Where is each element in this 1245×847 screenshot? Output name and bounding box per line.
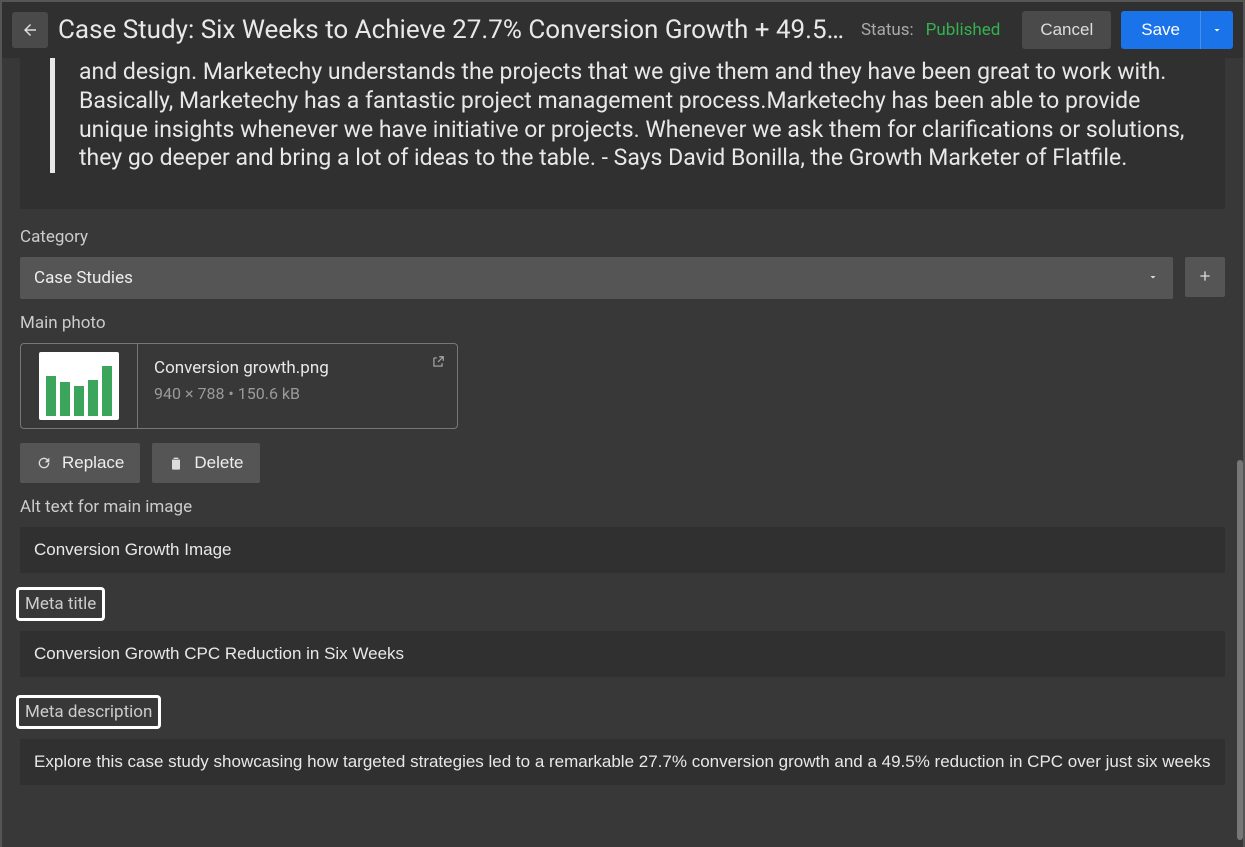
save-button[interactable]: Save xyxy=(1121,11,1200,49)
external-link-icon xyxy=(431,355,445,369)
meta-title-input[interactable] xyxy=(20,631,1225,677)
scrollbar-thumb[interactable] xyxy=(1237,460,1243,840)
cancel-button[interactable]: Cancel xyxy=(1022,11,1111,49)
status-value: Published xyxy=(926,20,1001,40)
save-button-group: Save xyxy=(1121,11,1233,49)
plus-icon xyxy=(1197,268,1213,284)
chevron-down-icon xyxy=(1211,24,1223,36)
delete-photo-button[interactable]: Delete xyxy=(152,443,259,483)
replace-label: Replace xyxy=(62,453,124,473)
quote-text: and design. Marketechy understands the p… xyxy=(50,58,1195,173)
alt-text-input[interactable] xyxy=(20,527,1225,573)
meta-title-label: Meta title xyxy=(25,594,96,614)
body-editor-block[interactable]: and design. Marketechy understands the p… xyxy=(20,58,1225,209)
alt-text-label: Alt text for main image xyxy=(20,497,1225,517)
scrollbar-track[interactable] xyxy=(1237,60,1243,847)
photo-card: Conversion growth.png 940 × 788 • 150.6 … xyxy=(20,343,458,429)
replace-photo-button[interactable]: Replace xyxy=(20,443,140,483)
content-area: and design. Marketechy understands the p… xyxy=(0,58,1245,847)
page-title: Case Study: Six Weeks to Achieve 27.7% C… xyxy=(58,15,851,45)
category-label: Category xyxy=(20,227,1225,247)
meta-description-label: Meta description xyxy=(25,702,152,722)
add-category-button[interactable] xyxy=(1185,257,1225,297)
refresh-icon xyxy=(36,455,52,471)
category-selected-value: Case Studies xyxy=(34,268,133,288)
arrow-left-icon xyxy=(21,21,39,39)
category-select[interactable]: Case Studies xyxy=(20,257,1173,299)
meta-description-label-highlight: Meta description xyxy=(16,695,161,729)
back-button[interactable] xyxy=(12,12,48,48)
save-dropdown-button[interactable] xyxy=(1200,11,1233,49)
chart-thumbnail-icon xyxy=(39,352,119,420)
meta-description-input[interactable] xyxy=(20,739,1225,785)
photo-thumbnail[interactable] xyxy=(21,344,137,428)
main-photo-label: Main photo xyxy=(20,313,1225,333)
status-label: Status: xyxy=(861,20,914,40)
top-bar: Case Study: Six Weeks to Achieve 27.7% C… xyxy=(0,0,1245,58)
meta-title-label-highlight: Meta title xyxy=(16,587,105,621)
trash-icon xyxy=(168,455,184,471)
delete-label: Delete xyxy=(194,453,243,473)
caret-down-icon xyxy=(1147,268,1159,288)
photo-filename: Conversion growth.png xyxy=(154,358,441,378)
open-external-button[interactable] xyxy=(431,354,445,373)
photo-dimensions: 940 × 788 • 150.6 kB xyxy=(154,384,441,403)
photo-meta: Conversion growth.png 940 × 788 • 150.6 … xyxy=(137,344,457,428)
